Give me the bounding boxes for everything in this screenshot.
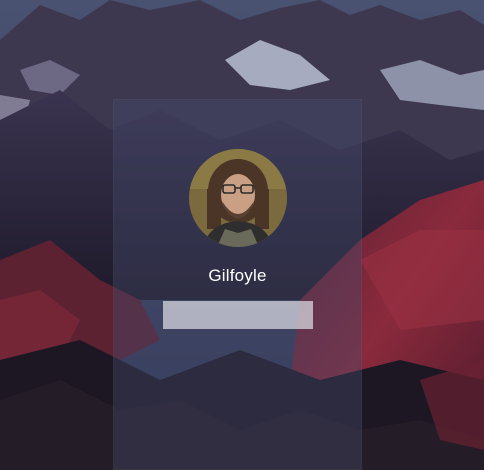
username-label: Gilfoyle — [208, 266, 267, 285]
password-input[interactable] — [163, 301, 313, 329]
avatar-photo-icon — [189, 149, 287, 247]
lock-screen: Gilfoyle — [0, 0, 484, 470]
login-panel: Gilfoyle — [113, 99, 362, 470]
user-avatar — [189, 149, 287, 247]
